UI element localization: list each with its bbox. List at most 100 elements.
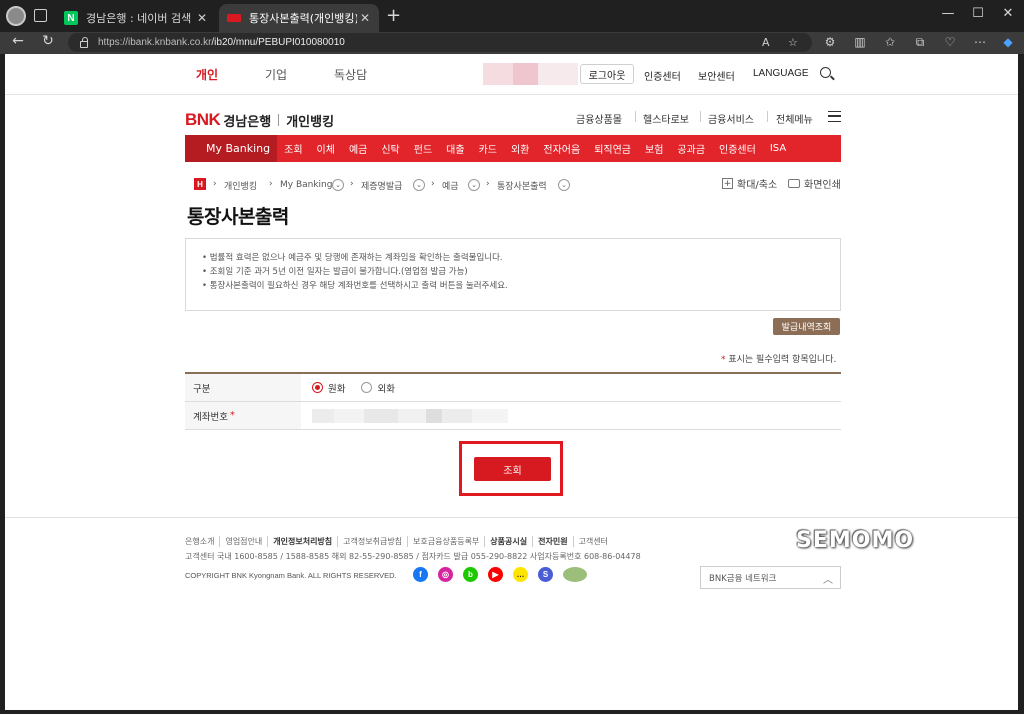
minimize-icon[interactable]: — <box>938 6 958 21</box>
menu-deposit[interactable]: 예금 <box>342 135 374 162</box>
tab-bnk-banking[interactable]: 통장사본출력(개인뱅킹) | My Bank ✕ <box>219 4 379 32</box>
footer-link[interactable]: 개인정보처리방침 <box>267 536 337 547</box>
url-text: https://ibank.knbank.co.kr/ib20/mnu/PEBU… <box>98 37 345 48</box>
radio-krw-label[interactable]: 원화 <box>328 381 345 395</box>
profile-avatar[interactable] <box>6 6 26 26</box>
more-icon[interactable]: ⋯ <box>972 35 988 49</box>
zoom-toggle[interactable]: + 확대/축소 <box>722 176 777 191</box>
footer-link[interactable]: 고객센터 <box>572 536 613 547</box>
form-row-type: 구분 원화 외화 <box>185 374 841 402</box>
util-security-center[interactable]: 보안센터 <box>698 68 735 83</box>
window-close-icon[interactable]: ✕ <box>998 6 1018 21</box>
menu-card[interactable]: 카드 <box>472 135 504 162</box>
breadcrumb-item[interactable]: My Banking <box>280 178 332 192</box>
radio-krw[interactable] <box>312 382 323 393</box>
heart-icon[interactable]: ♡ <box>942 35 958 49</box>
topnav-services[interactable]: 금융서비스 <box>708 111 754 126</box>
bnk-logo[interactable]: BNK 경남은행 개인뱅킹 <box>185 110 334 130</box>
divider <box>635 111 636 122</box>
gnb-corporate[interactable]: 기업 <box>265 66 287 83</box>
account-number-select[interactable] <box>301 402 841 429</box>
gnb-consult[interactable]: 독상담 <box>334 66 367 83</box>
chevron-right-icon: › <box>269 179 273 189</box>
naver-icon: N <box>64 11 78 25</box>
footer-link[interactable]: 상품공시실 <box>484 536 532 547</box>
close-icon[interactable]: ✕ <box>357 11 373 25</box>
menu-isa[interactable]: ISA <box>763 135 793 162</box>
close-icon[interactable]: ✕ <box>194 11 210 25</box>
chevron-down-icon[interactable]: ⌄ <box>413 179 425 191</box>
masked-user-name <box>513 63 538 85</box>
footer-links: 은행소개 영업점안내 개인정보처리방침 고객정보취급방침 보호금융상품등록부 상… <box>185 536 613 547</box>
breadcrumb-item[interactable]: 제증명발급 <box>361 178 402 192</box>
menu-e-bill[interactable]: 전자어음 <box>536 135 587 162</box>
band-icon[interactable]: b <box>463 567 478 582</box>
menu-fund[interactable]: 펀드 <box>407 135 439 162</box>
menu-my-banking[interactable]: My Banking <box>185 135 278 162</box>
hamburger-menu-icon[interactable] <box>828 111 841 122</box>
footer-link[interactable]: 은행소개 <box>185 536 219 547</box>
footer-link[interactable]: 보호금융상품등록부 <box>407 536 484 547</box>
kakaostory-icon[interactable]: S <box>538 567 553 582</box>
topnav-all-menu[interactable]: 전체메뉴 <box>776 111 813 126</box>
collections-icon[interactable]: ⧉ <box>912 35 928 50</box>
type-label: 구분 <box>185 374 301 401</box>
breadcrumb-item[interactable]: 개인뱅킹 <box>224 178 257 192</box>
bnk-icon <box>227 14 241 22</box>
footer-link[interactable]: 고객정보취급방침 <box>337 536 407 547</box>
issue-history-button[interactable]: 발급내역조회 <box>773 318 840 335</box>
extensions-icon[interactable]: ⚙ <box>822 35 838 49</box>
youtube-icon[interactable]: ▶ <box>488 567 503 582</box>
new-tab-icon[interactable]: + <box>386 6 401 26</box>
print-button[interactable]: 화면인쇄 <box>788 176 841 191</box>
menu-forex[interactable]: 외환 <box>504 135 536 162</box>
tab-actions-icon[interactable] <box>34 9 47 22</box>
menu-insurance[interactable]: 보험 <box>638 135 670 162</box>
menu-utility-bills[interactable]: 공과금 <box>670 135 712 162</box>
copilot-icon[interactable]: ◆ <box>1000 35 1016 49</box>
url-host: https://ibank.knbank.co.kr <box>98 37 212 48</box>
form-row-account: 계좌번호 * <box>185 402 841 430</box>
notice-line: • 법률적 효력은 없으나 예금주 및 당행에 존재하는 계좌임을 확인하는 출… <box>202 253 503 263</box>
radio-foreign-label[interactable]: 외화 <box>377 381 394 395</box>
menu-loan[interactable]: 대출 <box>439 135 471 162</box>
chevron-right-icon: › <box>350 179 354 189</box>
topnav-products[interactable]: 금융상품몰 <box>576 111 622 126</box>
menu-pension[interactable]: 퇴직연금 <box>587 135 638 162</box>
facebook-icon[interactable]: f <box>413 567 428 582</box>
topnav-robo[interactable]: 헬스타로보 <box>643 111 689 126</box>
footer-link[interactable]: 전자민원 <box>532 536 572 547</box>
menu-inquiry[interactable]: 조회 <box>277 135 309 162</box>
home-icon[interactable]: H <box>194 178 206 190</box>
footer-link[interactable]: 영업점안내 <box>219 536 267 547</box>
logout-button[interactable]: 로그아웃 <box>580 64 634 84</box>
url-input[interactable]: https://ibank.knbank.co.kr/ib20/mnu/PEBU… <box>68 33 812 52</box>
util-cert-center[interactable]: 인증센터 <box>644 68 681 83</box>
menu-transfer[interactable]: 이체 <box>310 135 342 162</box>
tab-naver-search[interactable]: N 경남은행 : 네이버 검색 ✕ <box>56 4 216 32</box>
maximize-icon[interactable]: ☐ <box>968 6 988 21</box>
instagram-icon[interactable]: ◎ <box>438 567 453 582</box>
menu-cert-center[interactable]: 인증센터 <box>712 135 763 162</box>
favorite-star-icon[interactable]: ☆ <box>788 36 798 49</box>
chevron-down-icon[interactable]: ⌄ <box>558 179 570 191</box>
required-note: * 표시는 필수입력 항목입니다. <box>721 352 836 365</box>
favorites-icon[interactable]: ✩ <box>882 35 898 49</box>
chevron-down-icon[interactable]: ⌄ <box>468 179 480 191</box>
chevron-down-icon[interactable]: ⌄ <box>332 179 344 191</box>
kakaotalk-icon[interactable]: … <box>513 567 528 582</box>
read-aloud-icon[interactable]: A <box>762 36 770 49</box>
split-screen-icon[interactable]: ▥ <box>852 35 868 49</box>
gnb-personal[interactable]: 개인 <box>196 66 218 83</box>
bnk-network-select[interactable]: BNK금융 네트워크 ︿ <box>700 566 841 589</box>
refresh-icon[interactable]: ↻ <box>38 33 58 49</box>
network-select-label: BNK금융 네트워크 <box>709 573 777 584</box>
search-icon[interactable] <box>820 67 831 78</box>
tab-title: 통장사본출력(개인뱅킹) | My Bank <box>249 12 357 25</box>
radio-foreign[interactable] <box>361 382 373 393</box>
menu-trust[interactable]: 신탁 <box>374 135 406 162</box>
util-language[interactable]: LANGUAGE <box>753 68 809 79</box>
back-icon[interactable]: ← <box>8 33 28 49</box>
breadcrumb-item[interactable]: 예금 <box>442 178 459 192</box>
inquiry-button[interactable]: 조회 <box>474 457 551 481</box>
